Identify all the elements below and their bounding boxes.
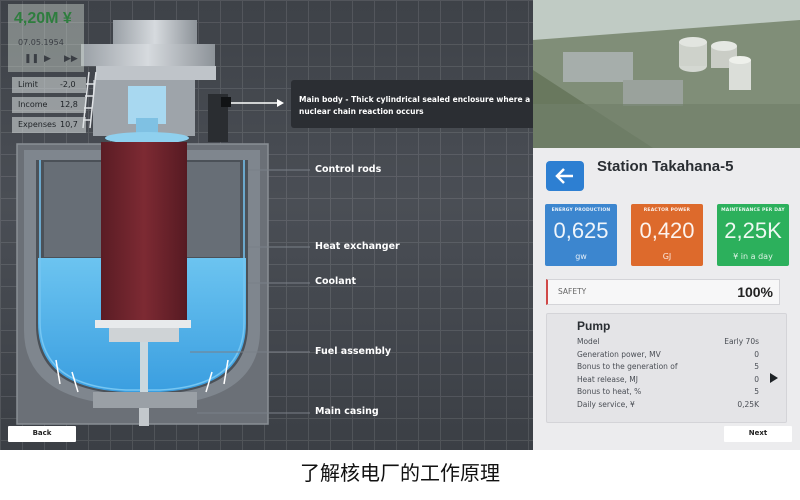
pause-icon[interactable]: ❚❚ bbox=[24, 54, 39, 64]
station-name: Station Takahana-5 bbox=[597, 158, 734, 175]
station-photo bbox=[533, 0, 800, 148]
cap-ring bbox=[81, 44, 215, 66]
pump-panel: Pump Model Early 70s Generation power, MV… bbox=[546, 313, 787, 423]
label-fuel-assembly[interactable]: Fuel assembly bbox=[315, 346, 391, 357]
safety-label: SAFETY bbox=[558, 287, 587, 296]
label-control-rods[interactable]: Control rods bbox=[315, 164, 381, 175]
app-screen: 4,20M ¥ 07.05.1954 ❚❚ ▶ ▶▶ Limit -2,0 Inc… bbox=[0, 0, 800, 450]
reactor-power-card: REACTOR POWER 0,420 GJ bbox=[631, 204, 703, 266]
station-panel: Station Takahana-5 ENERGY PRODUCTION 0,6… bbox=[533, 0, 800, 450]
stat-row-income: Income 12,8 bbox=[12, 97, 86, 113]
safety-value: 100% bbox=[737, 284, 773, 300]
arrow-left-icon bbox=[555, 168, 573, 184]
caption-text: 了解核电厂的工作原理 bbox=[0, 450, 800, 500]
bottom-flange bbox=[93, 392, 197, 408]
label-main-casing[interactable]: Main casing bbox=[315, 406, 379, 417]
pump-row: Generation power, MV 0 bbox=[577, 350, 759, 359]
bottom-stem bbox=[139, 408, 149, 426]
pump-row: Model Early 70s bbox=[577, 337, 759, 346]
next-button[interactable]: Next bbox=[724, 426, 792, 442]
fuel-assembly-stem bbox=[140, 342, 148, 392]
pump-row: Daily service, ¥0,25K bbox=[577, 400, 759, 409]
outlet-valve bbox=[221, 97, 231, 107]
money-panel: 4,20M ¥ 07.05.1954 ❚❚ ▶ ▶▶ bbox=[8, 4, 84, 72]
maintenance-card: MAINTENANCE PER DAY 2,25K ¥ in a day bbox=[717, 204, 789, 266]
cap-base bbox=[96, 66, 216, 80]
money-value: 4,20M ¥ bbox=[14, 10, 72, 27]
reactor-view: 4,20M ¥ 07.05.1954 ❚❚ ▶ ▶▶ Limit -2,0 Inc… bbox=[0, 0, 559, 450]
back-button[interactable]: Back bbox=[8, 426, 76, 442]
part-tooltip: Main body - Thick cylindrical sealed enc… bbox=[291, 80, 559, 128]
pump-row: Heat release, MJ 0 bbox=[577, 375, 759, 384]
game-date: 07.05.1954 bbox=[18, 38, 64, 47]
pump-row: Bonus to heat, % 5 bbox=[577, 387, 759, 396]
stat-row-expenses: Expenses 10,7 bbox=[12, 117, 86, 133]
play-icon[interactable]: ▶ bbox=[44, 54, 51, 64]
fast-forward-icon[interactable]: ▶▶ bbox=[64, 54, 78, 64]
tooltip-text: Main body - Thick cylindrical sealed enc… bbox=[299, 95, 531, 116]
fuel-assembly-plate bbox=[95, 320, 191, 328]
back-arrow-button[interactable] bbox=[546, 161, 584, 191]
stat-row-limit: Limit -2,0 bbox=[12, 77, 86, 93]
label-coolant[interactable]: Coolant bbox=[315, 276, 356, 287]
callout-arrow-head bbox=[277, 99, 284, 107]
safety-bar: SAFETY 100% bbox=[546, 279, 780, 305]
pump-row: Bonus to the generation of 5 bbox=[577, 362, 759, 371]
pump-title: Pump bbox=[577, 319, 611, 333]
fuel-assembly-block bbox=[109, 328, 179, 342]
energy-production-card: ENERGY PRODUCTION 0,625 gw bbox=[545, 204, 617, 266]
play-right-icon[interactable] bbox=[769, 372, 779, 384]
control-rod bbox=[101, 142, 187, 320]
cap-top bbox=[113, 20, 197, 44]
label-heat-exchanger[interactable]: Heat exchanger bbox=[315, 241, 400, 252]
